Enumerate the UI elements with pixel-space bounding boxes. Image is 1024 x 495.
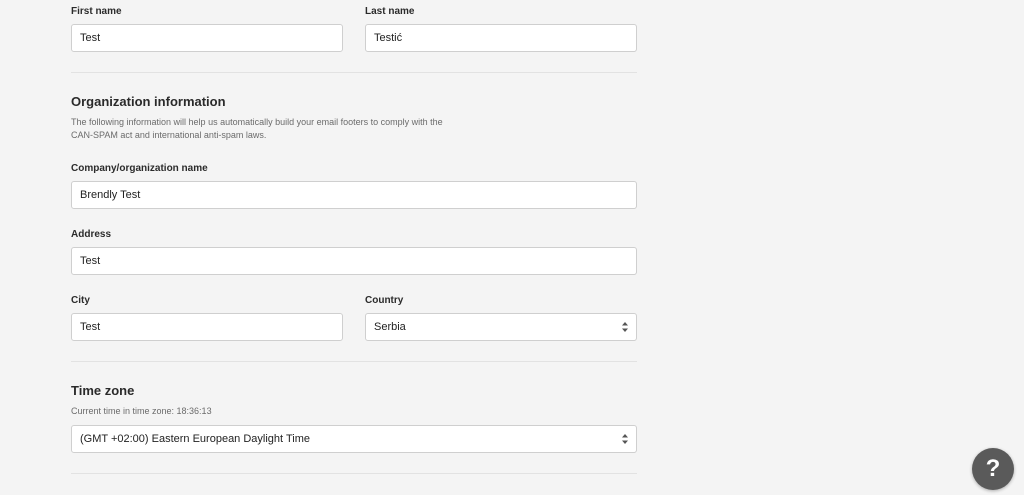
section-divider [71, 72, 637, 73]
city-input[interactable] [71, 313, 343, 341]
city-label: City [71, 295, 90, 306]
organization-section-title: Organization information [71, 94, 226, 109]
help-button[interactable]: ? [972, 448, 1014, 490]
first-name-input[interactable] [71, 24, 343, 52]
country-select[interactable]: Serbia [365, 313, 637, 341]
first-name-label: First name [71, 6, 122, 17]
last-name-label: Last name [365, 6, 415, 17]
first-name-group: First name [71, 6, 343, 52]
timezone-group: (GMT +02:00) Eastern European Daylight T… [71, 425, 637, 453]
select-arrows-icon [622, 434, 628, 444]
company-label: Company/organization name [71, 163, 208, 174]
timezone-select-value: (GMT +02:00) Eastern European Daylight T… [80, 433, 310, 445]
country-select-value: Serbia [374, 321, 406, 333]
section-divider [71, 361, 637, 362]
timezone-current-time: Current time in time zone: 18:36:13 [71, 406, 212, 416]
company-group: Company/organization name [71, 163, 637, 209]
timezone-select[interactable]: (GMT +02:00) Eastern European Daylight T… [71, 425, 637, 453]
address-group: Address [71, 229, 637, 275]
address-input[interactable] [71, 247, 637, 275]
address-label: Address [71, 229, 112, 240]
organization-section-description: The following information will help us a… [71, 117, 443, 140]
city-group: City [71, 295, 343, 341]
timezone-section-title: Time zone [71, 383, 135, 398]
section-divider [71, 473, 637, 474]
country-group: Country Serbia [365, 295, 637, 341]
account-settings-page: First name Last name Organization inform… [0, 0, 1024, 495]
last-name-group: Last name [365, 6, 637, 52]
country-label: Country [365, 295, 404, 306]
last-name-input[interactable] [365, 24, 637, 52]
company-input[interactable] [71, 181, 637, 209]
select-arrows-icon [622, 322, 628, 332]
